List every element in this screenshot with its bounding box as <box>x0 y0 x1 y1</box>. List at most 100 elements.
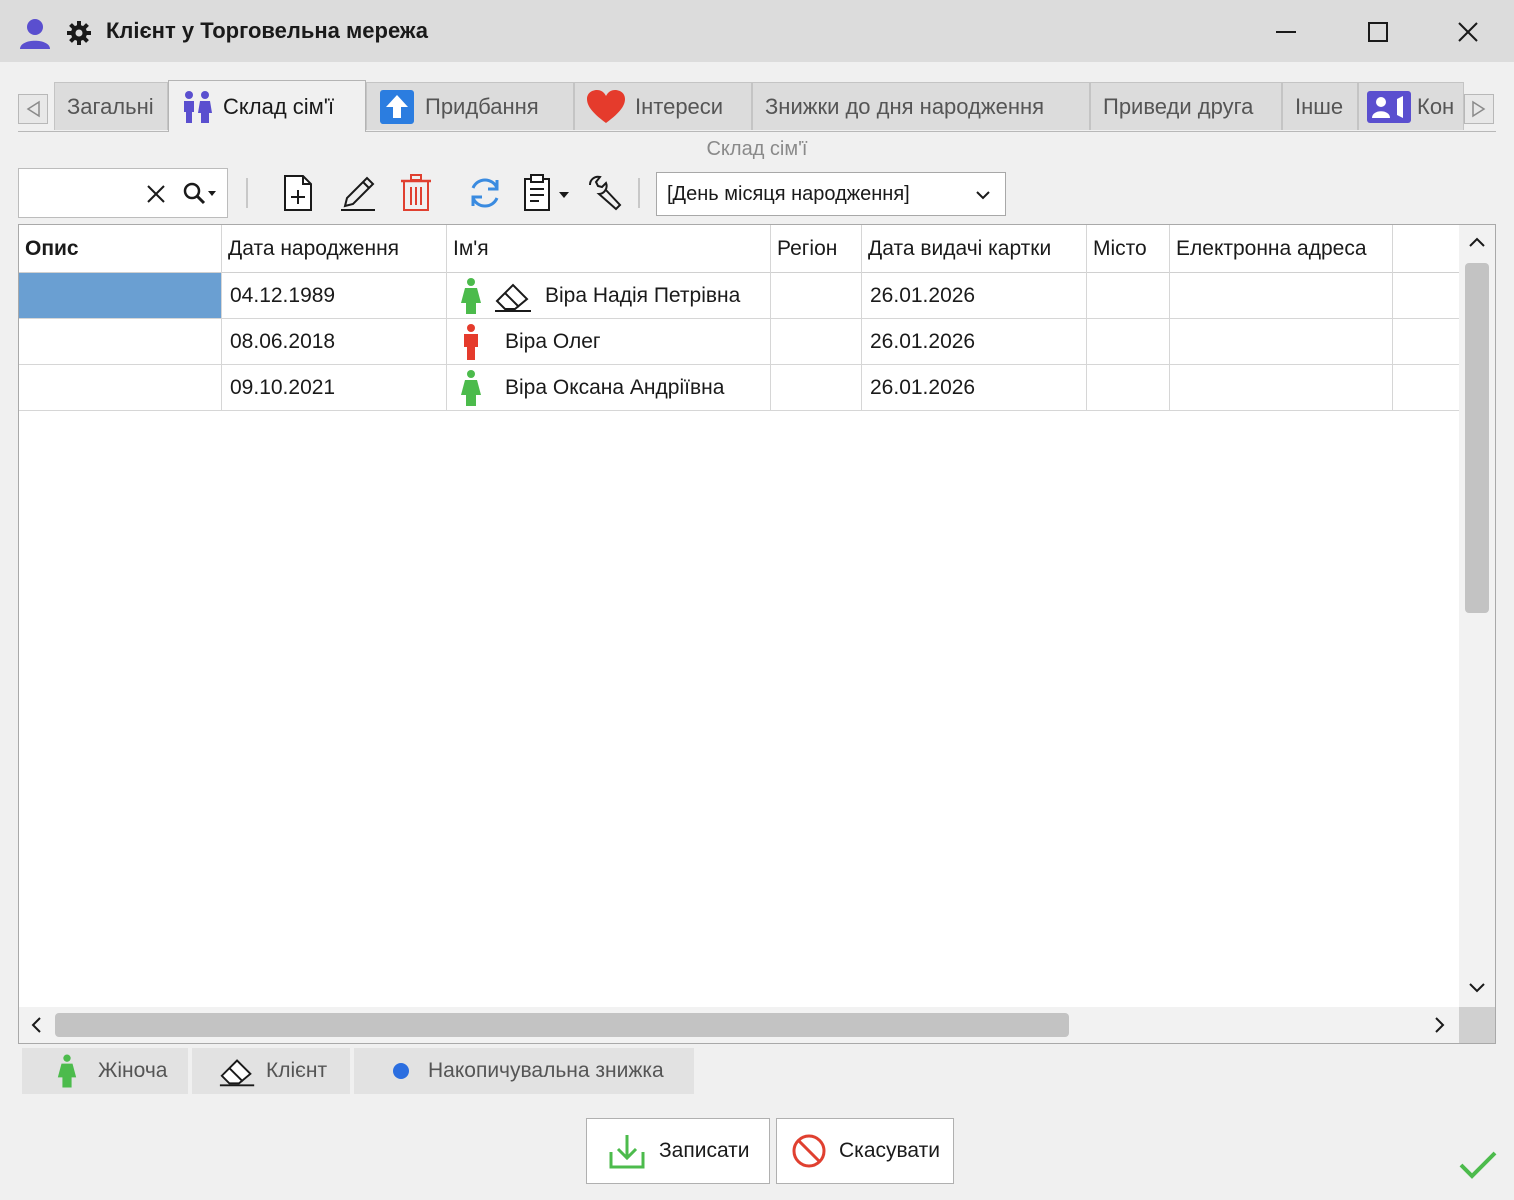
tab-scroll-left-button[interactable] <box>18 94 48 124</box>
refresh-icon <box>471 178 499 208</box>
search-button[interactable] <box>181 179 221 209</box>
toolbar-separator <box>638 178 640 208</box>
birth-date-value: 04.12.1989 <box>230 283 336 307</box>
horizontal-scroll-thumb[interactable] <box>55 1013 1069 1037</box>
tab-bring-friend[interactable]: Приведи друга <box>1090 82 1282 130</box>
clipboard-menu-button[interactable] <box>520 172 574 214</box>
female-figure-icon <box>56 1052 78 1090</box>
search-box <box>18 168 228 218</box>
new-document-icon <box>284 175 312 211</box>
tab-interests[interactable]: Інтереси <box>574 82 752 130</box>
table-row[interactable]: 08.06.2018 Віра Олег 26.01.2026 <box>19 319 1459 365</box>
column-header-email[interactable]: Електронна адреса <box>1170 225 1393 273</box>
horizontal-scrollbar[interactable] <box>19 1007 1459 1043</box>
column-header-birth-date[interactable]: Дата народження <box>222 225 447 273</box>
eraser-icon <box>493 279 535 313</box>
cell-card-date: 26.01.2026 <box>862 273 1087 318</box>
column-header-name[interactable]: Ім'я <box>447 225 771 273</box>
chevron-down-icon <box>976 191 990 200</box>
scroll-corner <box>1459 1007 1495 1043</box>
cell-description <box>19 319 222 364</box>
column-header-description[interactable]: Опис <box>19 225 222 273</box>
tab-bar: Загальні Склад сім'ї Придбання Інтереси … <box>18 80 1496 132</box>
search-icon <box>183 182 216 205</box>
male-figure-icon <box>459 323 483 361</box>
triangle-right-icon <box>1472 100 1486 118</box>
search-input[interactable] <box>25 179 135 207</box>
family-icon <box>181 90 213 124</box>
tab-family[interactable]: Склад сім'ї <box>168 80 366 132</box>
cell-region <box>771 319 862 364</box>
cell-name: Віра Оксана Андріївна <box>447 365 771 410</box>
tab-label: Знижки до дня народження <box>765 93 1045 119</box>
cell-name: Віра Надія Петрівна <box>447 273 771 318</box>
contacts-icon <box>1367 90 1411 123</box>
section-caption: Склад сім'ї <box>706 138 808 160</box>
triangle-left-icon <box>26 100 40 118</box>
tab-label: Приведи друга <box>1103 93 1254 119</box>
clipboard-icon <box>524 174 569 211</box>
legend-label: Жіноча <box>98 1059 168 1082</box>
filter-dropdown[interactable]: [День місяця народження] <box>656 172 1006 216</box>
legend-female: Жіноча <box>22 1048 188 1094</box>
card-date-value: 26.01.2026 <box>870 329 976 353</box>
user-icon <box>20 19 50 49</box>
tab-label: Кон <box>1417 93 1455 119</box>
tab-label: Загальні <box>67 93 154 119</box>
cell-email <box>1170 365 1393 410</box>
chevron-right-icon[interactable] <box>1433 1015 1447 1035</box>
tab-scroll-right-button[interactable] <box>1464 94 1494 124</box>
cell-description <box>19 273 222 318</box>
legend-label: Клієнт <box>266 1059 328 1082</box>
chevron-left-icon[interactable] <box>29 1015 43 1035</box>
refresh-button[interactable] <box>464 172 506 214</box>
column-header-card-date[interactable]: Дата видачі картки <box>862 225 1087 273</box>
name-value: Віра Надія Петрівна <box>545 283 741 307</box>
name-value: Віра Олег <box>505 329 601 353</box>
tab-purchases[interactable]: Придбання <box>366 82 574 130</box>
filter-dropdown-value: [День місяця народження] <box>667 183 910 205</box>
toolbar-separator <box>246 178 248 208</box>
grid-header: Опис Дата народження Ім'я Регіон Дата ви… <box>19 225 1459 273</box>
close-button[interactable] <box>1438 10 1498 54</box>
legend-label: Накопичувальна знижка <box>428 1059 664 1082</box>
tab-general[interactable]: Загальні <box>54 82 168 130</box>
save-button[interactable]: Записати <box>586 1118 770 1184</box>
cell-email <box>1170 273 1393 318</box>
cancel-button[interactable]: Скасувати <box>776 1118 954 1184</box>
column-header-city[interactable]: Місто <box>1087 225 1170 273</box>
name-value: Віра Оксана Андріївна <box>505 375 725 399</box>
tab-other[interactable]: Інше <box>1282 82 1358 130</box>
gear-icon[interactable] <box>66 20 92 46</box>
maximize-button[interactable] <box>1348 10 1408 54</box>
delete-button[interactable] <box>398 172 434 214</box>
edit-button[interactable] <box>338 172 378 214</box>
tab-label: Інтереси <box>635 93 724 119</box>
chevron-up-icon[interactable] <box>1467 235 1487 249</box>
minimize-button[interactable] <box>1256 10 1316 54</box>
maximize-icon <box>1368 22 1388 42</box>
vertical-scrollbar[interactable] <box>1459 225 1495 1009</box>
vertical-scroll-thumb[interactable] <box>1465 263 1489 613</box>
table-row[interactable]: 04.12.1989 Віра Надія Петрівна 26.01.202… <box>19 273 1459 319</box>
column-header-region[interactable]: Регіон <box>771 225 862 273</box>
eraser-icon <box>218 1054 258 1088</box>
prohibited-icon <box>791 1133 827 1169</box>
tab-contacts[interactable]: Кон <box>1358 82 1464 130</box>
female-figure-icon <box>459 369 483 407</box>
cell-birth-date: 04.12.1989 <box>222 273 447 318</box>
clear-search-button[interactable] <box>143 181 169 207</box>
cell-name: Віра Олег <box>447 319 771 364</box>
heart-icon <box>587 89 625 124</box>
tab-birthday-discounts[interactable]: Знижки до дня народження <box>752 82 1090 130</box>
settings-button[interactable] <box>584 172 624 214</box>
birth-date-value: 08.06.2018 <box>230 329 336 353</box>
tab-label: Склад сім'ї <box>223 93 335 119</box>
legend-client: Клієнт <box>192 1048 350 1094</box>
add-button[interactable] <box>280 172 316 214</box>
chevron-down-icon[interactable] <box>1467 981 1487 995</box>
cell-card-date: 26.01.2026 <box>862 365 1087 410</box>
table-row[interactable]: 09.10.2021 Віра Оксана Андріївна 26.01.2… <box>19 365 1459 411</box>
card-date-value: 26.01.2026 <box>870 283 976 307</box>
minimize-icon <box>1276 31 1296 33</box>
